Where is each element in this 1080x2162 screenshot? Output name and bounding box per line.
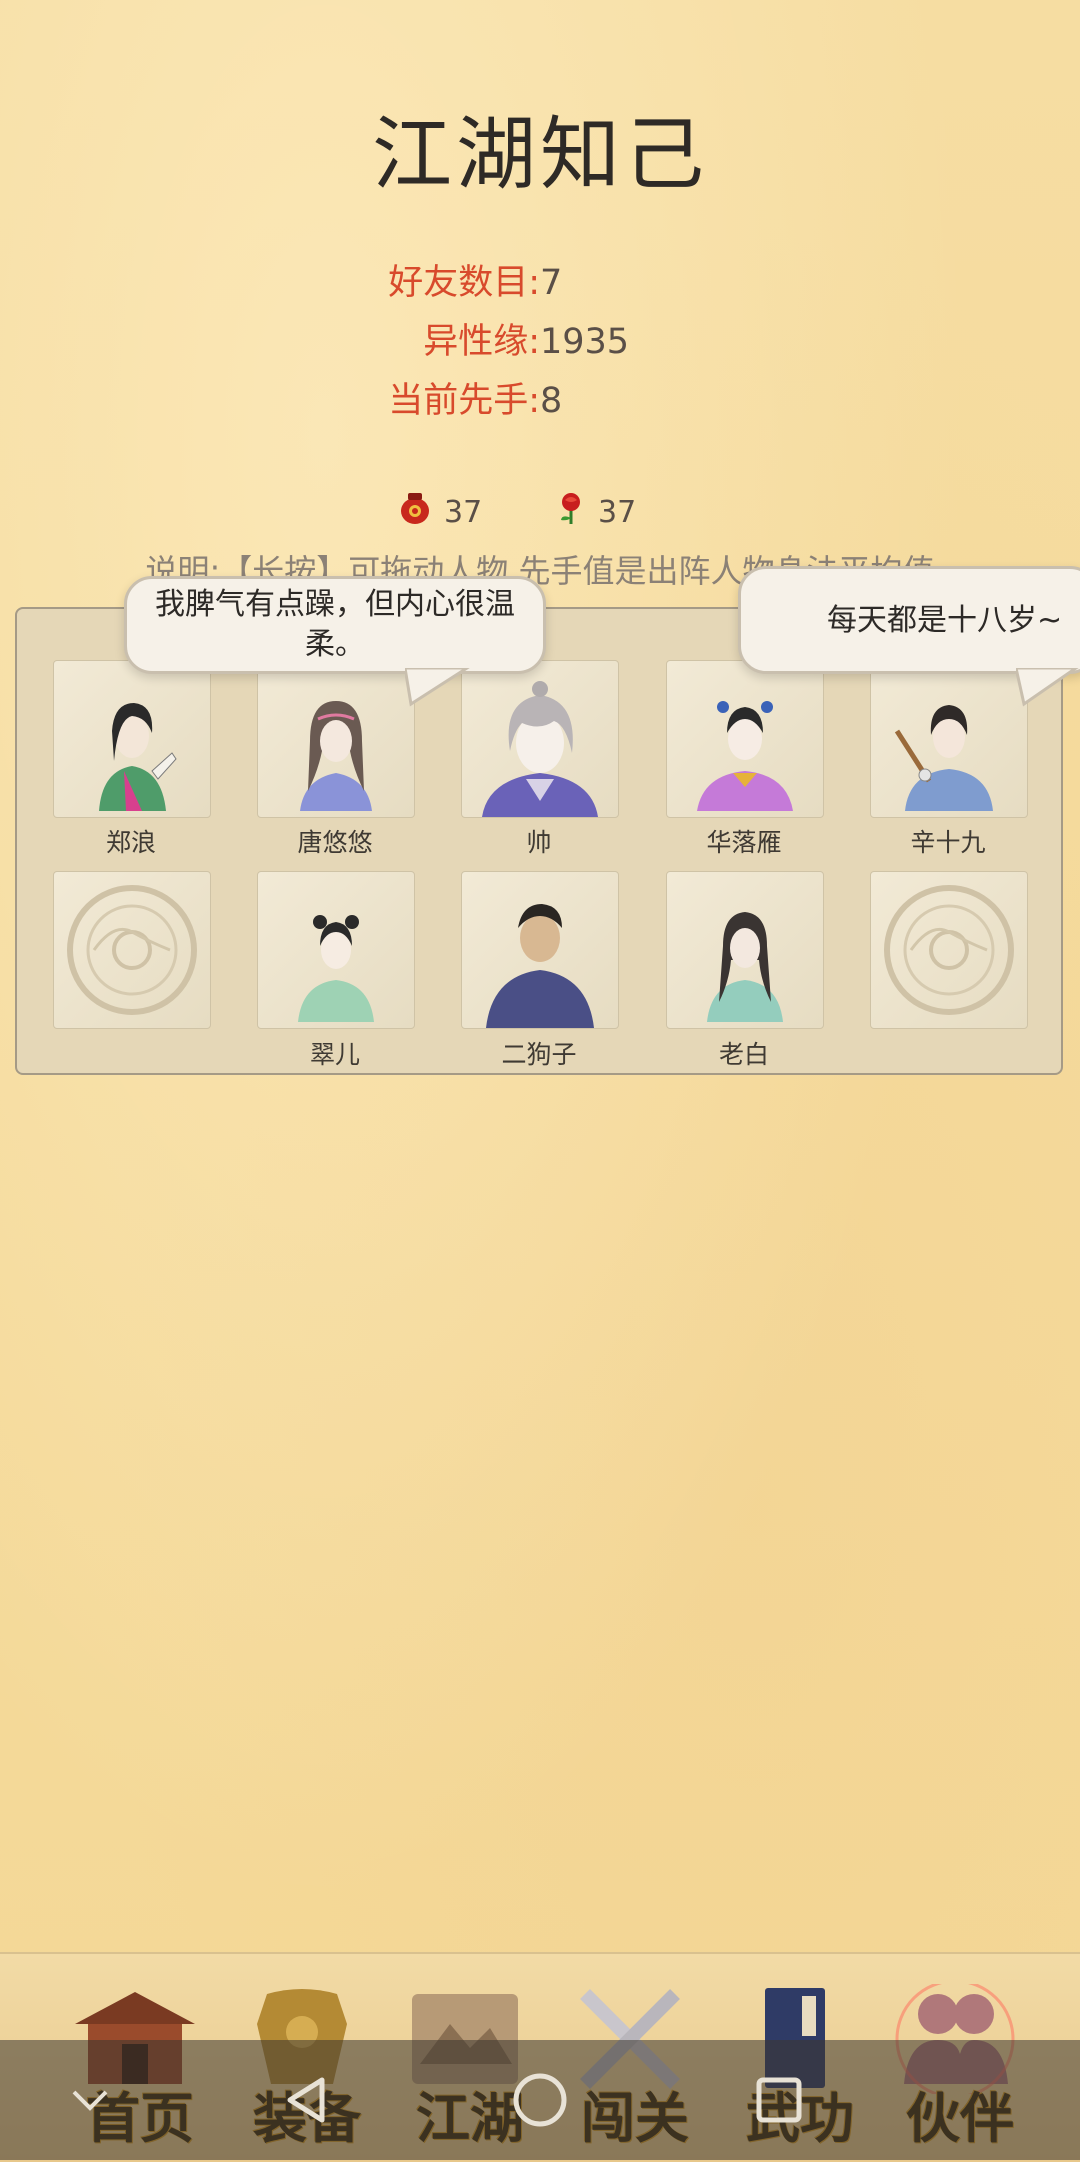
stat-label: 好友数目: <box>388 263 540 303</box>
portrait-cui-er <box>298 915 374 1022</box>
speech-bubble-tail <box>405 668 470 707</box>
page-title: 江湖知己 <box>372 108 708 201</box>
partner-name: 翠儿 <box>309 1040 360 1069</box>
partner-slot[interactable] <box>666 660 824 818</box>
stat-initiative: 当前先手: 8 <box>0 376 1080 426</box>
empty-partner-slot[interactable] <box>870 871 1028 1029</box>
resource-rose: 37 <box>556 490 636 534</box>
wine-jar-icon <box>398 490 432 534</box>
partner-slot[interactable] <box>257 871 415 1029</box>
collapse-chevron-icon[interactable] <box>60 2040 120 2160</box>
system-navigation-bar <box>0 2040 1080 2160</box>
stat-label: 当前先手: <box>388 381 540 421</box>
speech-bubble: 我脾气有点躁，但内心很温柔。 <box>124 576 546 674</box>
resource-wine: 37 <box>398 490 482 534</box>
partner-slot[interactable] <box>257 660 415 818</box>
speech-bubble-tail <box>1016 668 1079 707</box>
speech-bubble-text: 每天都是十八岁~ <box>827 603 1063 638</box>
partner-name: 郑浪 <box>105 828 156 857</box>
empty-slot-emblem-icon <box>884 885 1014 1015</box>
recents-square-icon[interactable] <box>745 2040 815 2160</box>
speech-bubble: 每天都是十八岁~ <box>738 566 1080 674</box>
stat-label: 异性缘: <box>423 322 540 362</box>
portrait-tang-youyou <box>300 701 372 811</box>
partner-name: 帅 <box>526 828 552 857</box>
resource-value: 37 <box>598 494 637 530</box>
portrait-shuai <box>482 681 598 817</box>
portrait-zheng-lang <box>99 703 177 811</box>
speech-bubble-text: 我脾气有点躁，但内心很温柔。 <box>155 587 515 662</box>
portrait-hua-luoyan <box>697 701 793 811</box>
partner-slot[interactable] <box>461 660 619 818</box>
stat-value: 1935 <box>540 322 630 362</box>
rose-icon <box>556 490 586 534</box>
stat-friend-count: 好友数目: 7 <box>0 258 1080 308</box>
partner-name: 老白 <box>718 1040 769 1069</box>
portrait-xin-shijiu <box>894 705 993 811</box>
portrait-er-gouzi <box>486 904 594 1028</box>
partner-slot[interactable] <box>666 871 824 1029</box>
partner-slot[interactable] <box>461 871 619 1029</box>
resource-value: 37 <box>444 494 483 530</box>
portrait-lao-bai <box>707 912 783 1022</box>
stat-value: 7 <box>540 263 563 303</box>
back-icon[interactable] <box>270 2040 340 2160</box>
empty-partner-slot[interactable] <box>53 871 211 1029</box>
partner-slot[interactable] <box>53 660 211 818</box>
partner-slot[interactable] <box>870 660 1028 818</box>
empty-slot-emblem-icon <box>67 885 197 1015</box>
home-circle-icon[interactable] <box>505 2040 575 2160</box>
partner-name: 唐悠悠 <box>297 828 373 857</box>
stat-charm: 异性缘: 1935 <box>0 317 1080 367</box>
stat-value: 8 <box>540 381 563 421</box>
partner-name: 辛十九 <box>910 828 986 857</box>
partner-name: 华落雁 <box>706 828 782 857</box>
partner-name: 二狗子 <box>501 1040 577 1069</box>
resource-bar: 37 37 <box>0 490 1080 534</box>
